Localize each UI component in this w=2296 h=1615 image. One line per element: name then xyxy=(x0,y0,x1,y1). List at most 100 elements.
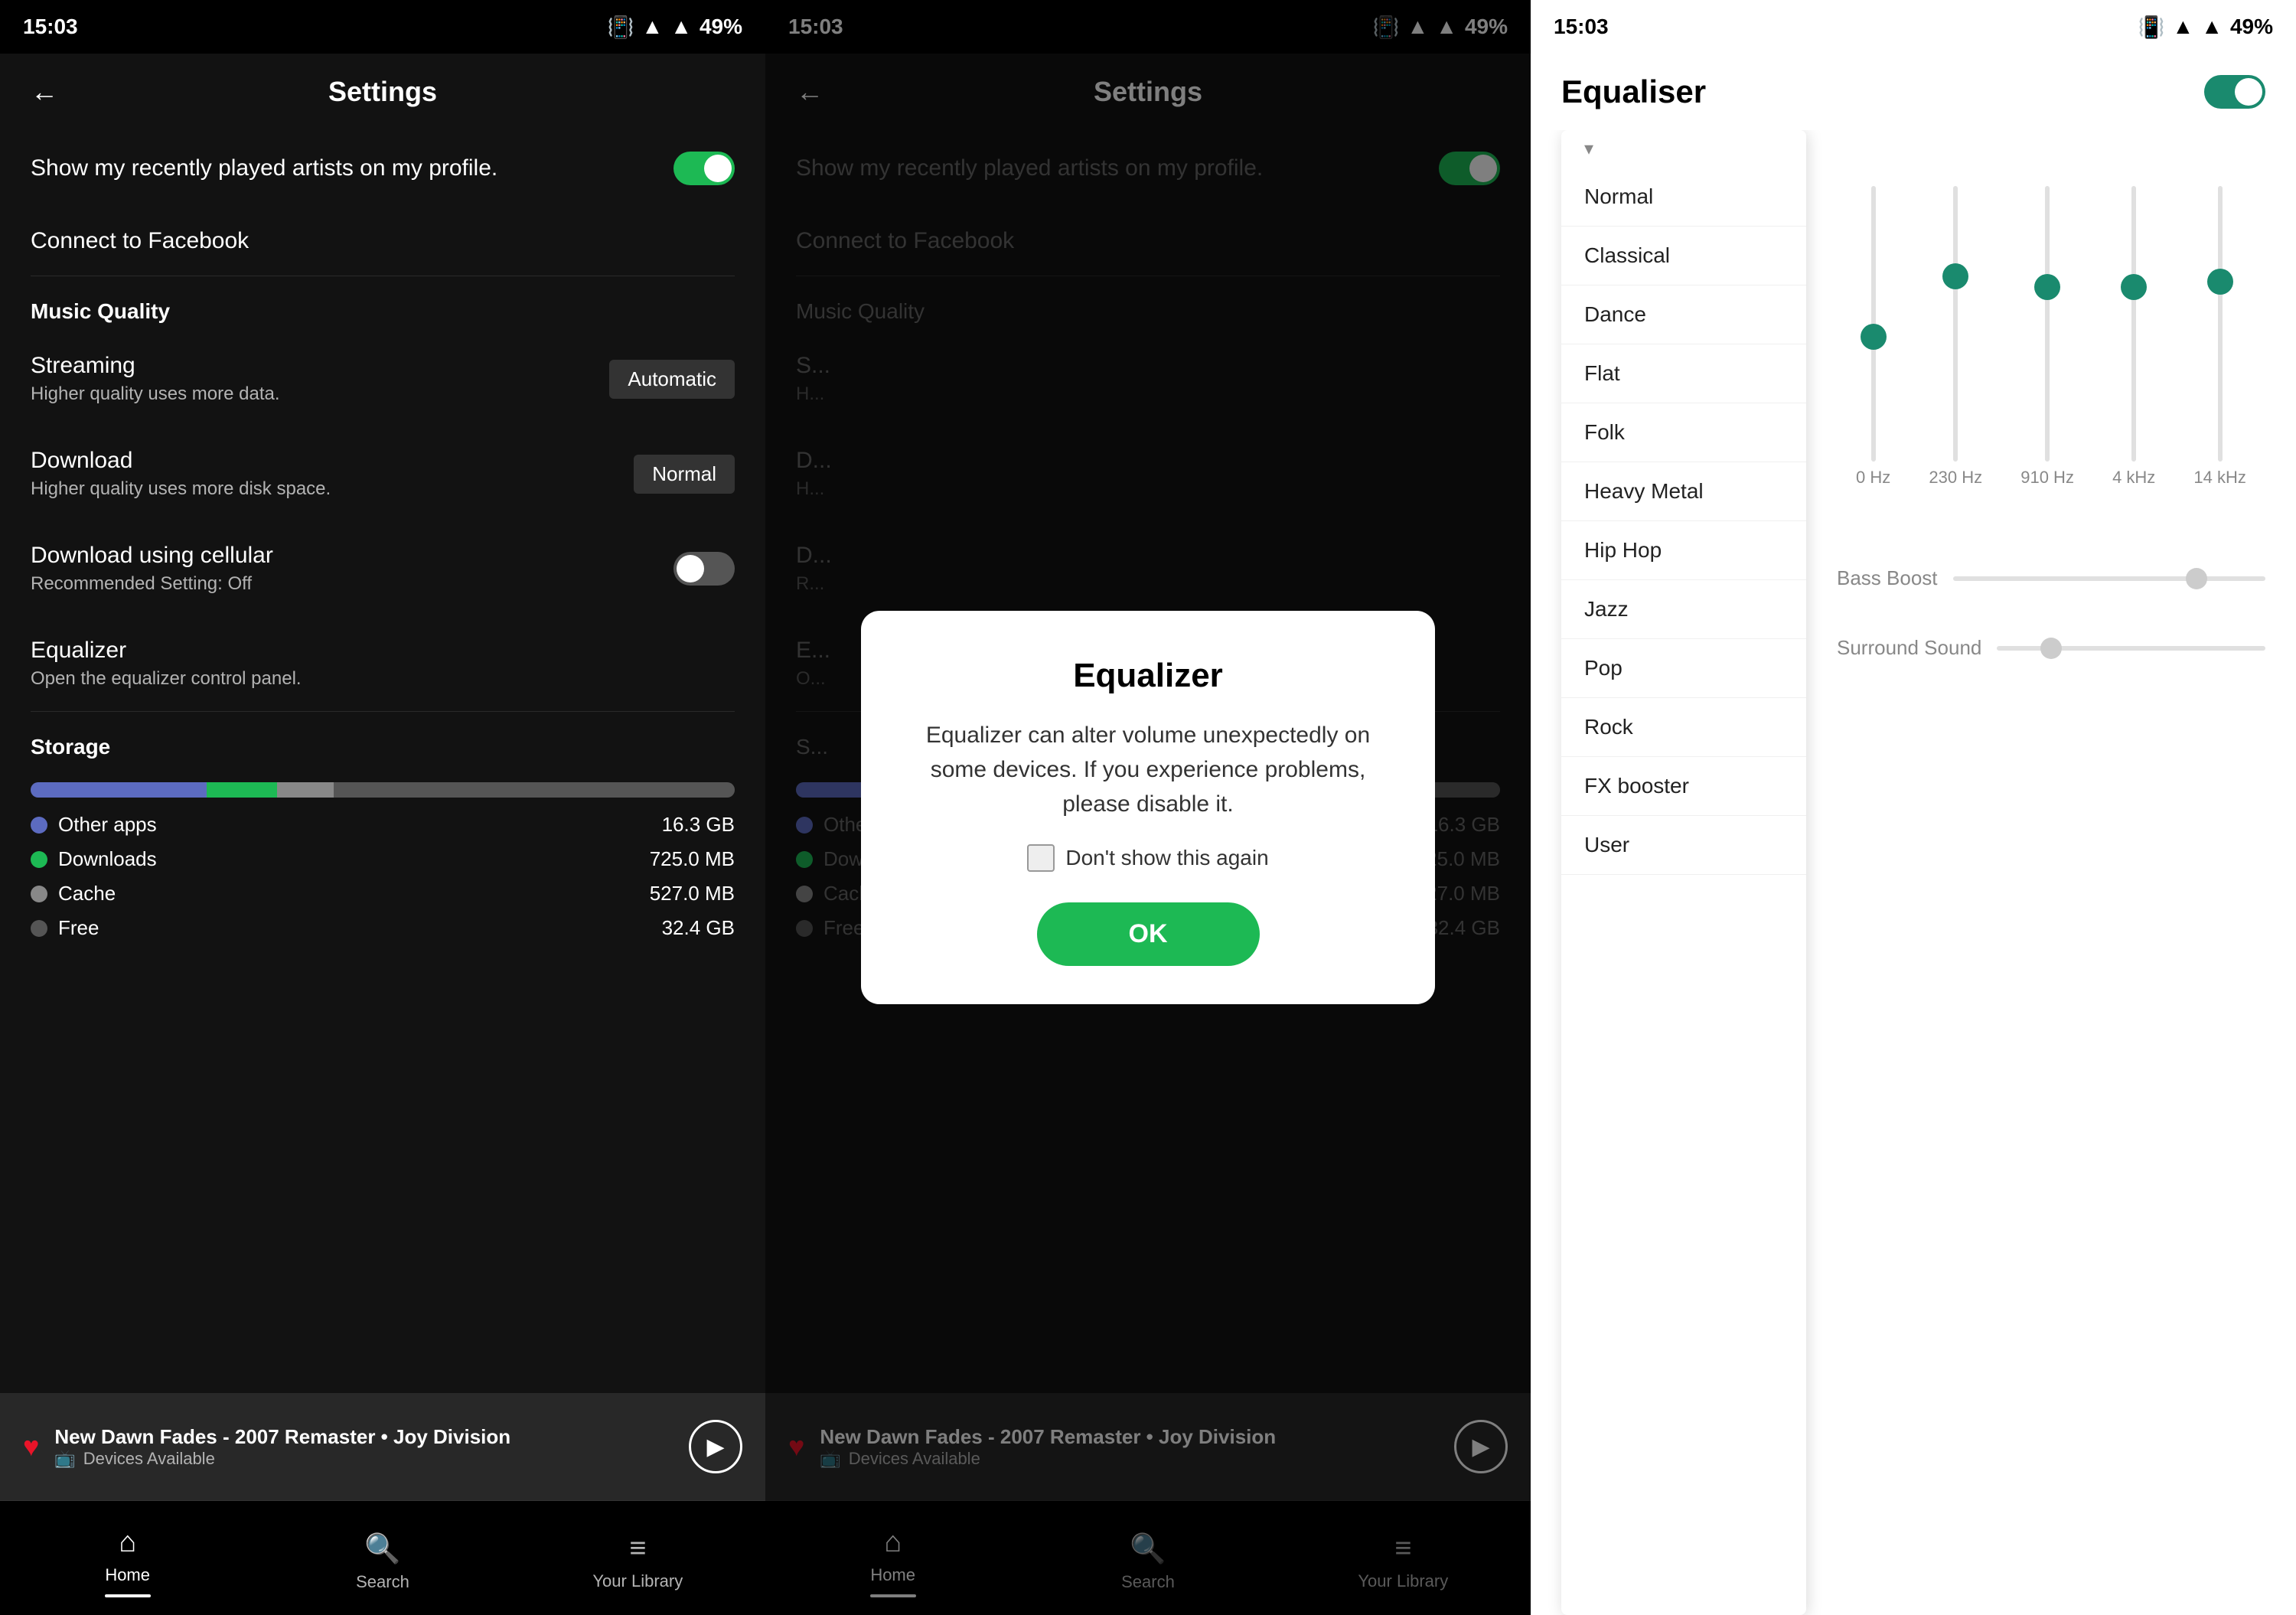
time-3: 15:03 xyxy=(1554,15,1609,39)
nav-home-label-1: Home xyxy=(105,1565,150,1585)
now-playing-1: ♥ New Dawn Fades - 2007 Remaster • Joy D… xyxy=(0,1393,765,1500)
slider-thumb-1[interactable] xyxy=(1942,263,1968,289)
bass-boost-slider[interactable] xyxy=(1953,576,2265,581)
slider-thumb-2[interactable] xyxy=(2034,274,2060,300)
equalizer-label: Equalizer xyxy=(31,638,735,664)
nav-library-1[interactable]: ≡ Your Library xyxy=(510,1525,765,1591)
slider-thumb-4[interactable] xyxy=(2207,269,2233,295)
bottom-nav-1: ⌂ Home 🔍 Search ≡ Your Library xyxy=(0,1500,765,1615)
bass-boost-thumb[interactable] xyxy=(2186,568,2207,589)
status-icons-1: 📳 ▲ ▲ 49% xyxy=(608,15,742,40)
equalizer-item[interactable]: Equalizer Open the equalizer control pan… xyxy=(31,616,735,712)
cellular-label: Download using cellular xyxy=(31,543,273,569)
storage-bar xyxy=(31,782,735,798)
heart-icon-1[interactable]: ♥ xyxy=(23,1431,39,1463)
legend-downloads: Downloads 725.0 MB xyxy=(31,847,735,871)
status-bar-1: 15:03 📳 ▲ ▲ 49% xyxy=(0,0,765,54)
modal-checkbox-row: Don't show this again xyxy=(1027,844,1268,872)
dot-cache xyxy=(31,886,47,902)
surround-sound-slider[interactable] xyxy=(1997,646,2265,651)
eq-option-hip-hop[interactable]: Hip Hop xyxy=(1561,521,1806,580)
nav-indicator-1 xyxy=(105,1594,151,1597)
home-icon-1: ⌂ xyxy=(119,1526,136,1559)
eq-option-dance[interactable]: Dance xyxy=(1561,285,1806,344)
streaming-left: Streaming Higher quality uses more data. xyxy=(31,353,280,405)
cellular-left: Download using cellular Recommended Sett… xyxy=(31,543,273,595)
slider-track-1[interactable] xyxy=(1953,186,1958,462)
nav-search-1[interactable]: 🔍 Search xyxy=(255,1525,510,1592)
eq-option-heavy-metal[interactable]: Heavy Metal xyxy=(1561,462,1806,521)
slider-label-2: 910 Hz xyxy=(2020,468,2074,488)
library-icon-1: ≡ xyxy=(629,1532,646,1565)
eq-option-normal[interactable]: Normal xyxy=(1561,168,1806,227)
slider-910hz: 910 Hz xyxy=(2020,186,2074,488)
profile-toggle-left: Show my recently played artists on my pr… xyxy=(31,155,497,181)
slider-track-3[interactable] xyxy=(2131,186,2136,462)
cast-icon: 📺 xyxy=(54,1449,75,1469)
legend-free: Free 32.4 GB xyxy=(31,916,735,940)
download-value[interactable]: Normal xyxy=(634,455,735,494)
modal-title: Equalizer xyxy=(1073,657,1223,695)
storage-cache xyxy=(277,782,334,798)
surround-sound-thumb[interactable] xyxy=(2040,638,2062,659)
slider-thumb-3[interactable] xyxy=(2121,274,2147,300)
battery-icon: 49% xyxy=(700,15,742,39)
modal-checkbox[interactable] xyxy=(1027,844,1055,872)
nav-library-label-1: Your Library xyxy=(592,1571,683,1591)
slider-label-3: 4 kHz xyxy=(2112,468,2155,488)
eq-option-fx-booster[interactable]: FX booster xyxy=(1561,757,1806,816)
eq-option-classical[interactable]: Classical xyxy=(1561,227,1806,285)
facebook-label: Connect to Facebook xyxy=(31,228,735,254)
slider-track-4[interactable] xyxy=(2218,186,2223,462)
slider-0hz: 0 Hz xyxy=(1856,186,1890,488)
cellular-knob xyxy=(677,555,704,582)
legend-label-free: Free xyxy=(58,916,99,940)
cellular-sublabel: Recommended Setting: Off xyxy=(31,573,273,595)
modal-ok-button[interactable]: OK xyxy=(1037,902,1260,966)
legend-label-other-apps: Other apps xyxy=(58,813,157,837)
vibrate-icon-3: 📳 xyxy=(2138,15,2165,40)
battery-icon-3: 49% xyxy=(2230,15,2273,39)
legend-value-downloads: 725.0 MB xyxy=(650,847,735,871)
signal-icon-3: ▲ xyxy=(2201,15,2223,39)
play-button-1[interactable]: ▶ xyxy=(689,1420,742,1473)
back-button-1[interactable]: ← xyxy=(31,76,58,108)
modal-overlay: Equalizer Equalizer can alter volume une… xyxy=(765,0,1531,1615)
surround-sound-label: Surround Sound xyxy=(1837,636,1981,660)
vibrate-icon: 📳 xyxy=(608,15,634,40)
download-row: Download Higher quality uses more disk s… xyxy=(31,426,735,521)
slider-thumb-0[interactable] xyxy=(1861,324,1887,350)
slider-4khz: 4 kHz xyxy=(2112,186,2155,488)
eq-option-jazz[interactable]: Jazz xyxy=(1561,580,1806,639)
eq-toggle[interactable] xyxy=(2204,75,2265,109)
profile-toggle[interactable] xyxy=(673,152,735,185)
equalizer-modal: Equalizer Equalizer can alter volume une… xyxy=(861,611,1435,1004)
storage-downloads xyxy=(207,782,277,798)
eq-freq-sliders: 0 Hz 230 Hz 910 Hz xyxy=(1837,145,2265,528)
streaming-sublabel: Higher quality uses more data. xyxy=(31,383,280,405)
eq-option-pop[interactable]: Pop xyxy=(1561,639,1806,698)
track-title-1: New Dawn Fades - 2007 Remaster • Joy Div… xyxy=(54,1425,673,1449)
cellular-toggle[interactable] xyxy=(673,552,735,586)
eq-option-rock[interactable]: Rock xyxy=(1561,698,1806,757)
eq-option-flat[interactable]: Flat xyxy=(1561,344,1806,403)
slider-track-0[interactable] xyxy=(1871,186,1876,462)
search-icon-1: 🔍 xyxy=(364,1532,400,1566)
facebook-item[interactable]: Connect to Facebook xyxy=(31,207,735,276)
settings-content-1: Show my recently played artists on my pr… xyxy=(0,130,765,1393)
modal-body: Equalizer can alter volume unexpectedly … xyxy=(907,718,1389,821)
nav-home-1[interactable]: ⌂ Home xyxy=(0,1519,255,1597)
dropdown-arrow[interactable]: ▾ xyxy=(1561,130,1806,168)
eq-option-user[interactable]: User xyxy=(1561,816,1806,875)
profile-toggle-label: Show my recently played artists on my pr… xyxy=(31,155,497,181)
toggle-knob xyxy=(704,155,732,182)
streaming-row: Streaming Higher quality uses more data.… xyxy=(31,331,735,426)
slider-track-2[interactable] xyxy=(2045,186,2050,462)
time-1: 15:03 xyxy=(23,15,78,39)
eq-body: ▾ Normal Classical Dance Flat Folk Heavy… xyxy=(1531,130,2296,1615)
panel-settings: 15:03 📳 ▲ ▲ 49% ← Settings Show my recen… xyxy=(0,0,765,1615)
storage-other-apps xyxy=(31,782,207,798)
devices-label-1: Devices Available xyxy=(83,1449,215,1469)
streaming-value[interactable]: Automatic xyxy=(609,360,735,399)
eq-option-folk[interactable]: Folk xyxy=(1561,403,1806,462)
